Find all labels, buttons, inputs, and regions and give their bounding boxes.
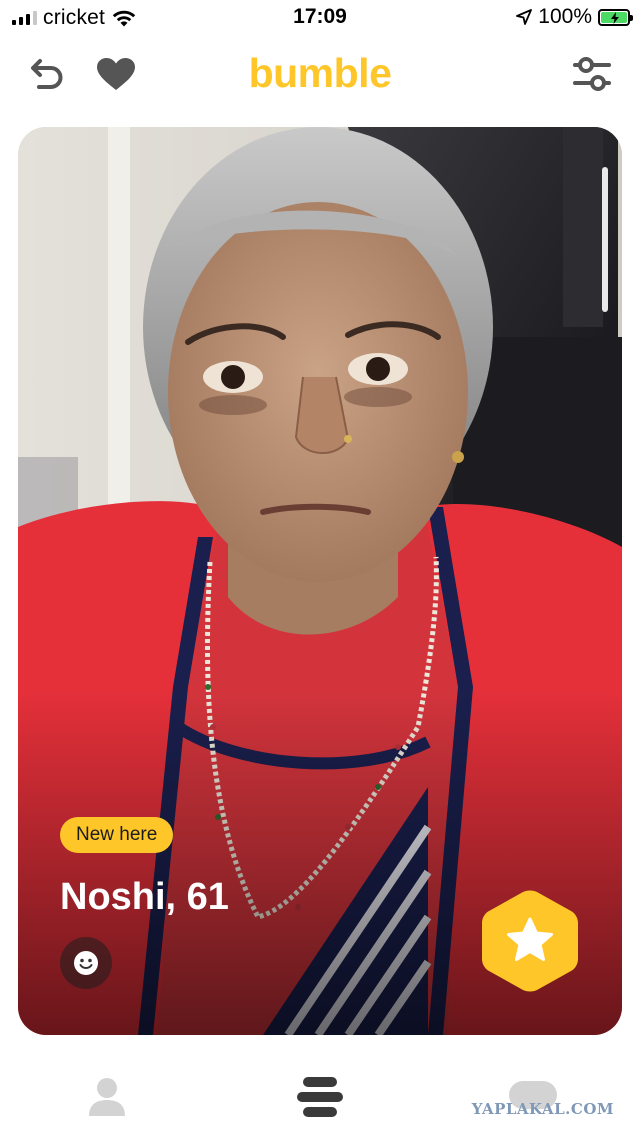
sliders-icon [573,57,611,91]
filters-button[interactable] [570,52,614,96]
superswipe-button[interactable] [480,889,580,993]
app-header: bumble [0,40,640,108]
status-bar: cricket 17:09 100% [0,0,640,36]
location-arrow-icon [516,9,533,25]
nav-profile[interactable] [77,1072,137,1122]
card-info: New here Noshi, 61 [60,817,229,989]
bumble-logo: bumble [248,50,392,96]
person-icon [89,1078,125,1116]
star-hexagon-icon [482,890,578,992]
nav-people[interactable] [290,1072,350,1122]
profile-card[interactable]: New here Noshi, 61 [18,127,622,1035]
stack-cards-icon [297,1077,343,1117]
smiley-icon [74,951,98,975]
status-right: 100% [516,5,633,29]
watermark: YAPLAKAL.COM [471,1100,614,1118]
new-here-badge: New here [60,817,174,853]
battery-percent: 100% [538,5,592,28]
battery-charging-icon [598,8,633,26]
photo-scroll-indicator [602,167,608,312]
profile-info-button[interactable] [60,937,112,989]
profile-name-age: Noshi, 61 [60,876,229,918]
